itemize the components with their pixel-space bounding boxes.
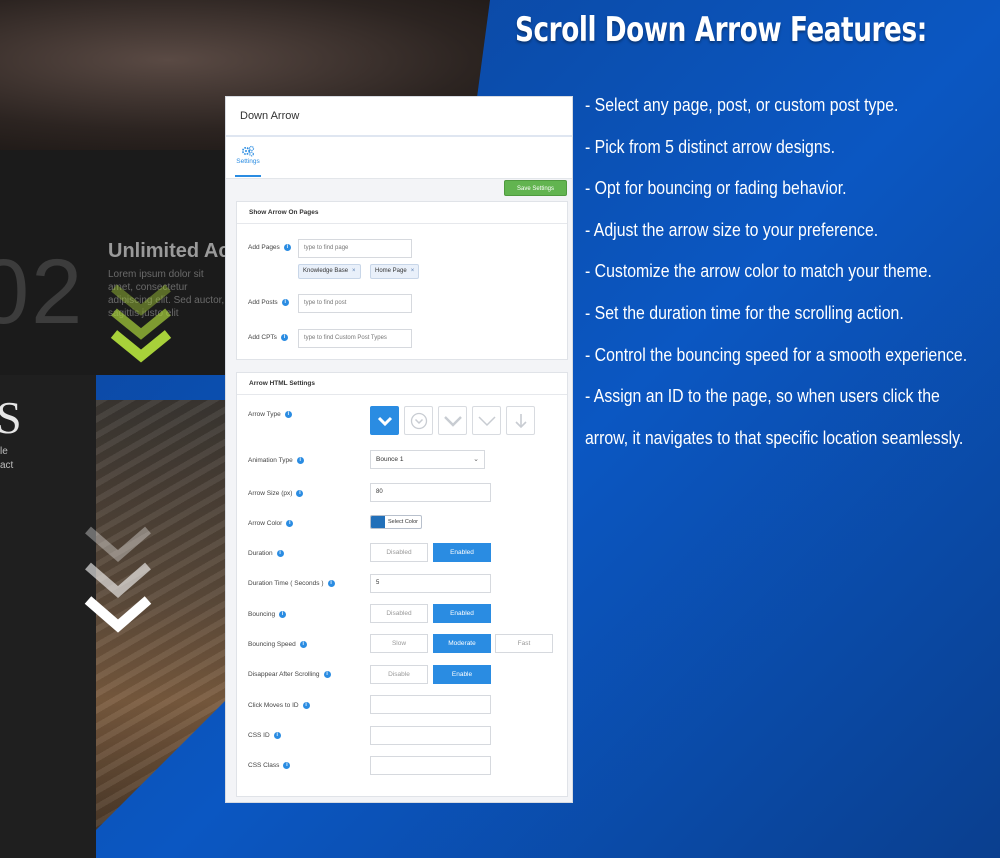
info-icon[interactable]: i <box>299 641 307 648</box>
click-moves-input[interactable] <box>370 695 491 714</box>
gears-icon <box>241 145 255 157</box>
arrow-color-picker[interactable]: Select Color <box>370 515 422 529</box>
css-id-label: CSS ID i <box>248 732 281 739</box>
panel-title: Down Arrow <box>226 97 572 137</box>
add-posts-input[interactable]: type to find post <box>298 294 412 313</box>
info-icon[interactable]: i <box>284 411 292 418</box>
background-strip-line-1: le <box>0 446 8 457</box>
color-swatch <box>371 516 385 528</box>
save-settings-button[interactable]: Save Settings <box>504 180 567 196</box>
bouncing-label: Bouncing i <box>248 611 287 618</box>
tab-bar: Settings <box>226 137 572 179</box>
pages-section: Show Arrow On Pages Add Pages i type to f… <box>236 201 568 360</box>
select-color-label: Select Color <box>388 519 418 525</box>
duration-label: Duration i <box>248 550 284 557</box>
arrow-size-label: Arrow Size (px) i <box>248 490 304 497</box>
html-settings-section: Arrow HTML Settings Arrow Type i Animatio… <box>236 372 568 797</box>
feature-item: - Assign an ID to the page, so when user… <box>585 386 940 407</box>
disappear-disable-button[interactable]: Disable <box>370 665 428 684</box>
arrow-option-chevron-thin[interactable] <box>472 406 501 435</box>
info-icon[interactable]: i <box>276 550 284 557</box>
add-pages-input[interactable]: type to find page <box>298 239 412 258</box>
duration-disabled-button[interactable]: Disabled <box>370 543 428 562</box>
bouncing-enabled-button[interactable]: Enabled <box>433 604 491 623</box>
add-posts-label: Add Posts i <box>248 299 289 306</box>
info-icon[interactable]: i <box>281 299 289 306</box>
animation-type-select[interactable]: Bounce 1 ⌄ <box>370 450 485 469</box>
duration-time-input[interactable]: 5 <box>370 574 491 593</box>
pages-section-title: Show Arrow On Pages <box>237 202 567 224</box>
bouncing-disabled-button[interactable]: Disabled <box>370 604 428 623</box>
feature-item: - Control the bouncing speed for a smoot… <box>585 344 968 365</box>
feature-item: - Select any page, post, or custom post … <box>585 95 899 115</box>
arrow-size-input[interactable]: 80 <box>370 483 491 502</box>
info-icon[interactable]: i <box>323 671 331 678</box>
info-icon[interactable]: i <box>296 457 304 464</box>
info-icon[interactable]: i <box>280 334 288 341</box>
info-icon[interactable]: i <box>283 762 291 769</box>
feature-item: - Set the duration time for the scrollin… <box>585 302 904 323</box>
settings-panel: Down Arrow Settings Save Settings Show A… <box>225 96 573 803</box>
duration-enabled-button[interactable]: Enabled <box>433 543 491 562</box>
page-title: Scroll Down Arrow Features: <box>515 10 927 50</box>
chevron-thin-icon <box>477 415 496 426</box>
tab-settings[interactable]: Settings <box>235 145 261 165</box>
feature-list: - Select any page, post, or custom post … <box>585 92 1000 466</box>
speed-slow-button[interactable]: Slow <box>370 634 428 653</box>
arrow-option-chevron-wide[interactable] <box>438 406 467 435</box>
arrow-down-icon <box>514 413 527 428</box>
click-moves-label: Click Moves to ID i <box>248 702 310 709</box>
disappear-label: Disappear After Scrolling i <box>248 671 331 678</box>
feature-item: - Opt for bouncing or fading behavior. <box>585 178 847 199</box>
info-icon[interactable]: i <box>279 611 287 618</box>
info-icon[interactable]: i <box>273 732 281 739</box>
info-icon[interactable]: i <box>302 702 310 709</box>
page-chip[interactable]: Knowledge Base × <box>298 264 361 279</box>
feature-item: - Adjust the arrow size to your preferen… <box>585 219 879 240</box>
background-number: 02 <box>0 241 85 343</box>
disappear-enable-button[interactable]: Enable <box>433 665 491 684</box>
remove-chip-icon[interactable]: × <box>352 268 356 274</box>
arrow-option-chevron-bold[interactable] <box>370 406 399 435</box>
html-settings-title: Arrow HTML Settings <box>237 373 567 395</box>
add-cpts-label: Add CPTs i <box>248 334 288 341</box>
duration-time-label: Duration Time ( Seconds ) i <box>248 580 335 587</box>
speed-moderate-button[interactable]: Moderate <box>433 634 491 653</box>
page-chip[interactable]: Home Page × <box>370 264 420 279</box>
bouncing-speed-label: Bouncing Speed i <box>248 641 307 648</box>
css-id-input[interactable] <box>370 726 491 745</box>
info-icon[interactable]: i <box>286 520 294 527</box>
add-cpts-input[interactable]: type to find Custom Post Types <box>298 329 412 348</box>
arrow-color-label: Arrow Color i <box>248 520 294 527</box>
arrow-type-picker <box>370 406 540 436</box>
css-class-input[interactable] <box>370 756 491 775</box>
feature-item: - Pick from 5 distinct arrow designs. <box>585 136 836 157</box>
remove-chip-icon[interactable]: × <box>411 268 415 274</box>
speed-fast-button[interactable]: Fast <box>495 634 553 653</box>
animation-type-label: Animation Type i <box>248 457 304 464</box>
chevron-bold-icon <box>377 416 392 426</box>
background-strip-line-2: act <box>0 460 14 471</box>
background-letter: S <box>0 392 22 443</box>
chevron-circle-icon <box>410 412 427 429</box>
info-icon[interactable]: i <box>327 580 335 587</box>
chevron-wide-icon <box>443 415 462 427</box>
tab-active-indicator <box>235 175 261 177</box>
background-card: 02 Unlimited Acc Lorem ipsum dolor sit a… <box>0 150 241 375</box>
css-class-label: CSS Class i <box>248 762 291 769</box>
info-icon[interactable]: i <box>283 244 291 251</box>
arrow-type-label: Arrow Type i <box>248 411 292 418</box>
tab-settings-label: Settings <box>236 158 260 165</box>
feature-item: - Customize the arrow color to match you… <box>585 261 932 282</box>
arrow-option-arrow-down[interactable] <box>506 406 535 435</box>
chevron-down-icon: ⌄ <box>473 456 479 463</box>
white-double-chevron-icon <box>84 526 152 633</box>
info-icon[interactable]: i <box>296 490 304 497</box>
arrow-option-chevron-circle[interactable] <box>404 406 433 435</box>
green-double-chevron-icon <box>110 284 172 363</box>
add-pages-label: Add Pages i <box>248 244 291 251</box>
feature-item: arrow, it navigates to that specific loc… <box>585 427 964 448</box>
